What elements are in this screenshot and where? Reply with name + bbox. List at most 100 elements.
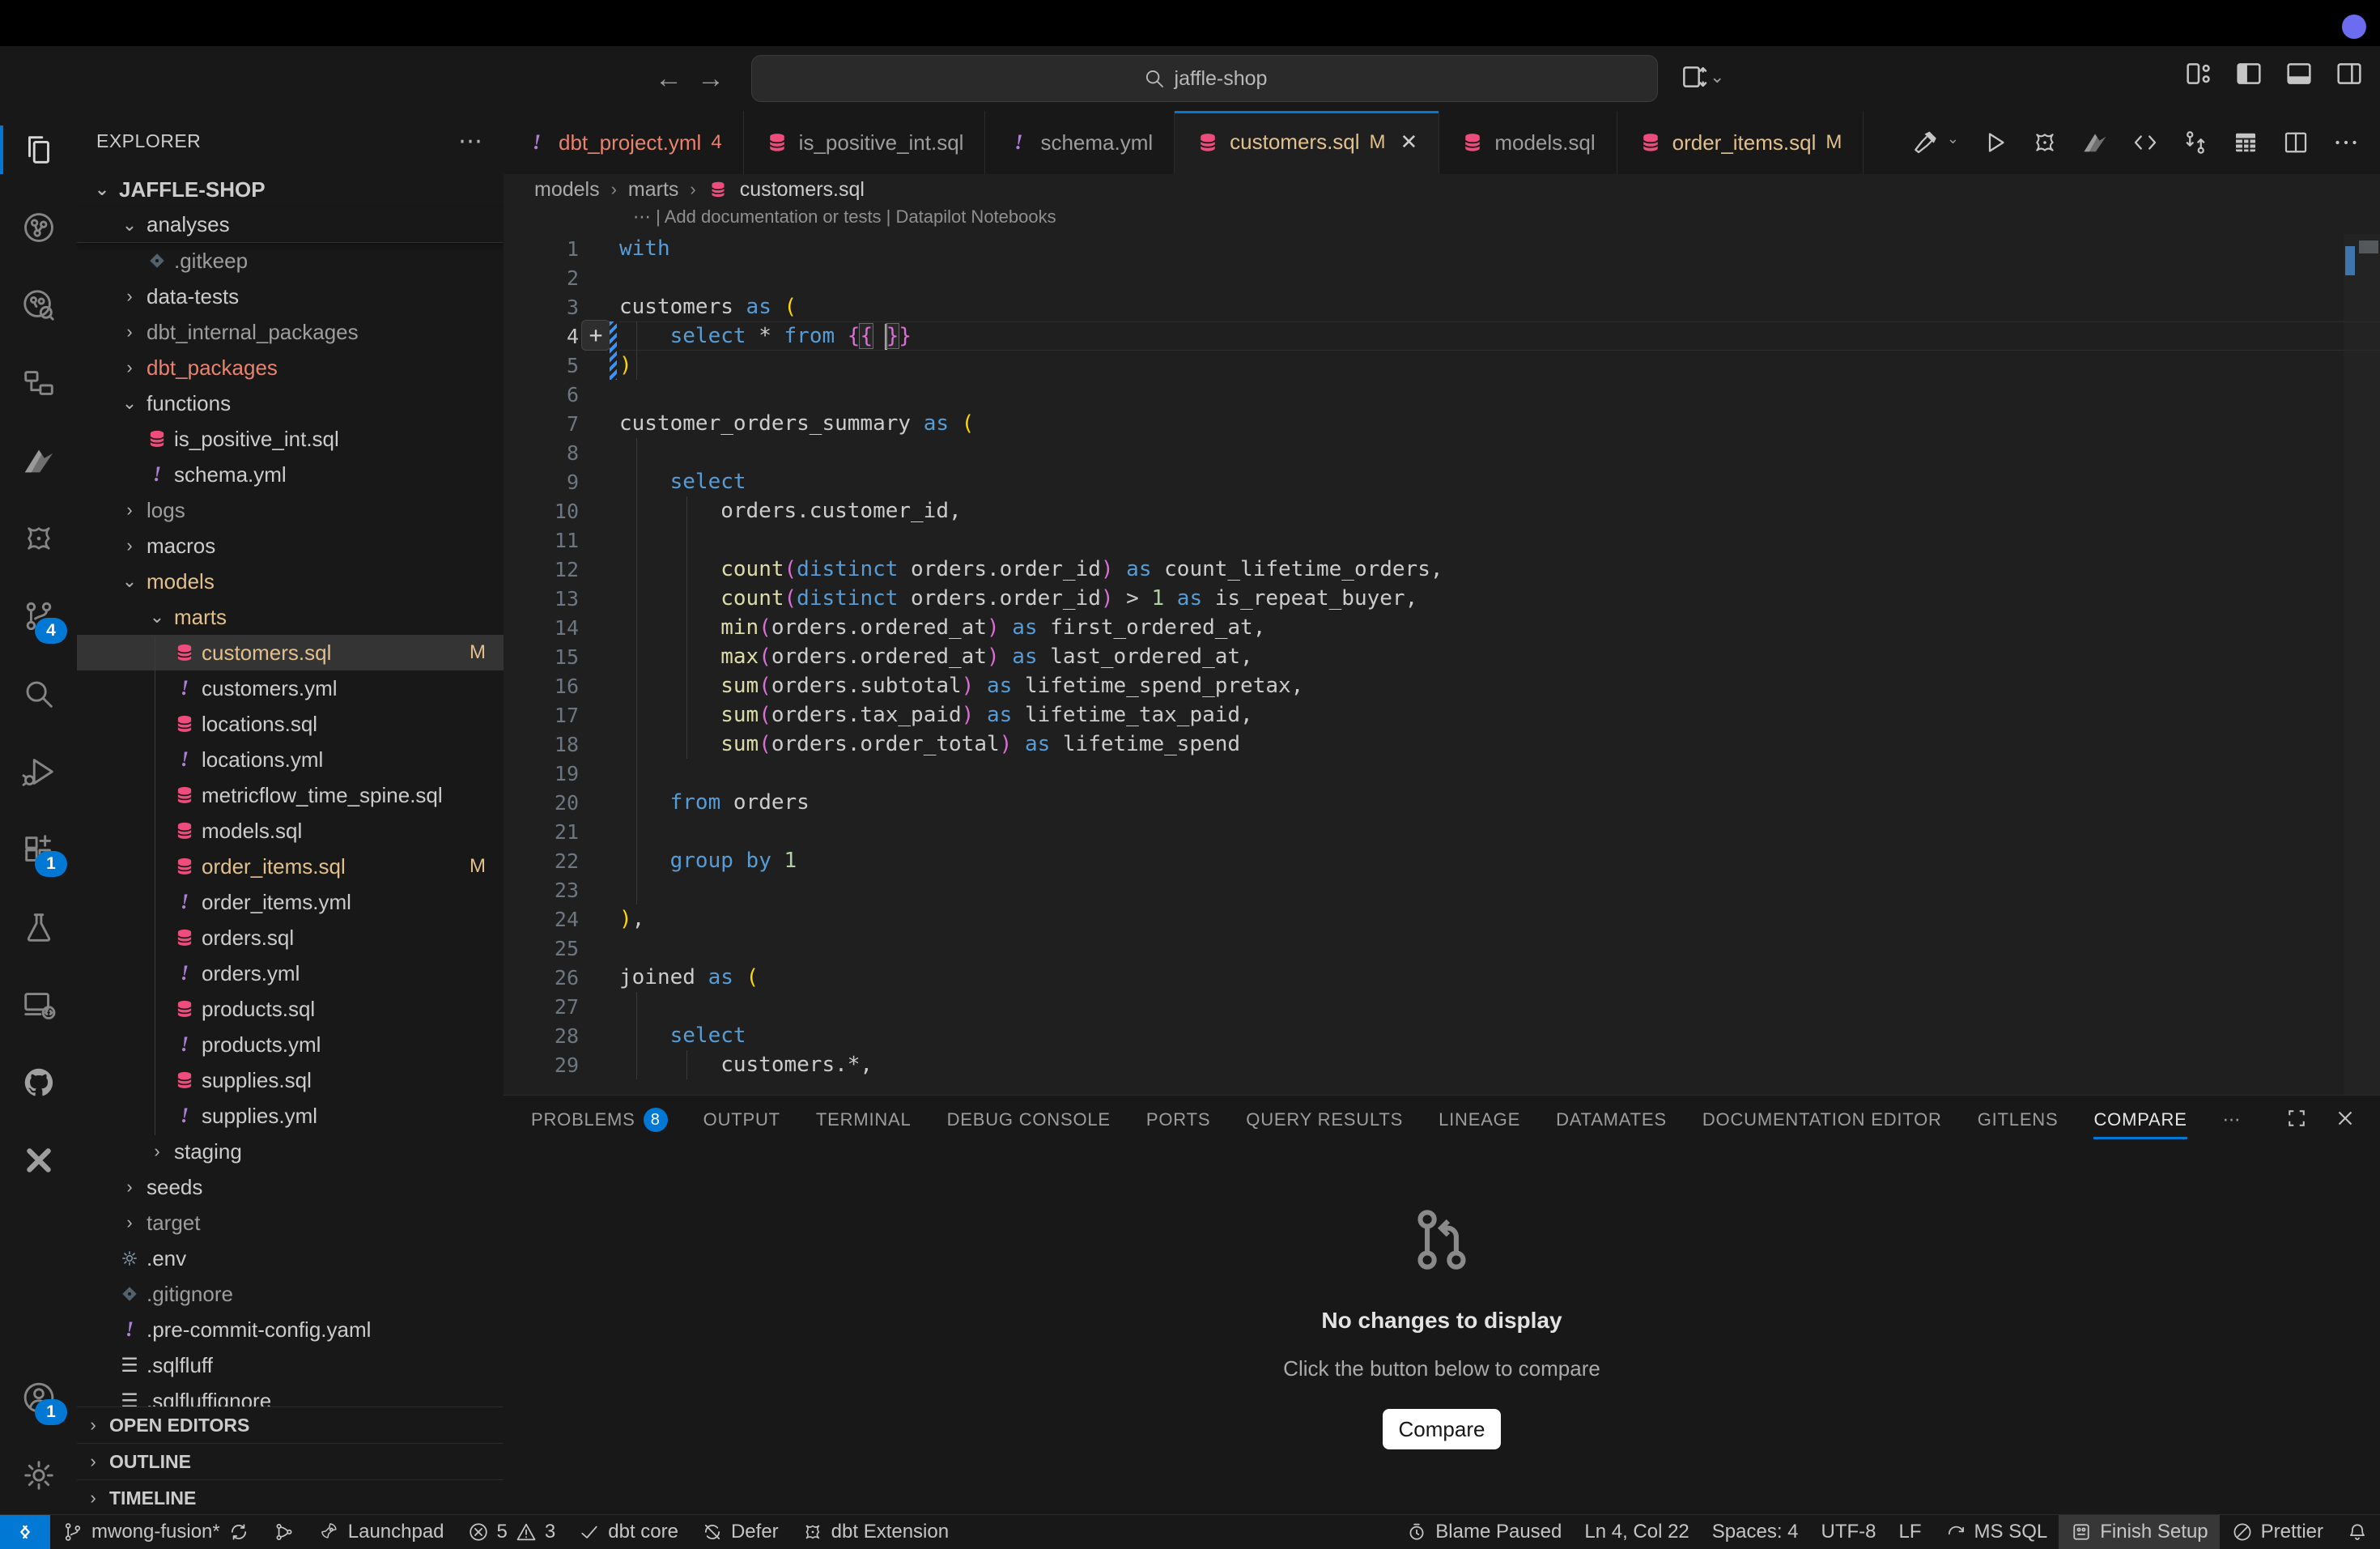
indentation[interactable]: Spaces: 4 xyxy=(1701,1515,1810,1549)
tab-models-sql[interactable]: models.sql xyxy=(1439,111,1617,174)
remote-indicator[interactable] xyxy=(0,1515,50,1549)
query-history-icon[interactable] xyxy=(0,266,77,344)
tree-item--sqlfluff[interactable]: ☰.sqlfluff xyxy=(77,1347,504,1383)
tree-item-customers-yml[interactable]: !customers.yml xyxy=(77,670,504,706)
more-actions-icon[interactable] xyxy=(2331,128,2361,157)
code-line-12[interactable]: 12 count(distinct orders.order_id) as co… xyxy=(504,555,2380,584)
tree-item--env[interactable]: .env xyxy=(77,1240,504,1276)
code-line-11[interactable]: 11 xyxy=(504,526,2380,555)
tree-item-order-items-yml[interactable]: !order_items.yml xyxy=(77,884,504,920)
dbt-power-user-icon[interactable] xyxy=(0,500,77,577)
close-icon[interactable]: ✕ xyxy=(1400,130,1418,155)
tree-item-analyses[interactable]: ⌄analyses xyxy=(77,207,504,243)
panel-tab-query-results[interactable]: QUERY RESULTS xyxy=(1246,1096,1403,1144)
tree-item-seeds[interactable]: ›seeds xyxy=(77,1169,504,1205)
panel-tab-datamates[interactable]: DATAMATES xyxy=(1556,1096,1667,1144)
code-line-14[interactable]: 14 min(orders.ordered_at) as first_order… xyxy=(504,613,2380,642)
tree-item-target[interactable]: ›target xyxy=(77,1205,504,1240)
toggle-secondary-sidebar-icon[interactable] xyxy=(2333,57,2365,90)
tree-item-supplies-yml[interactable]: !supplies.yml xyxy=(77,1098,504,1134)
tree-item-is-positive-int-sql[interactable]: is_positive_int.sql xyxy=(77,421,504,457)
compare-button[interactable]: Compare xyxy=(1383,1409,1501,1449)
breadcrumb[interactable]: models›marts›customers.sql xyxy=(504,174,2380,205)
tree-item-locations-sql[interactable]: locations.sql xyxy=(77,706,504,742)
add-line-action-button[interactable]: + xyxy=(581,320,610,351)
code-line-13[interactable]: 13 count(distinct orders.order_id) > 1 a… xyxy=(504,584,2380,613)
tree-item-orders-yml[interactable]: !orders.yml xyxy=(77,955,504,991)
dbt-x-icon[interactable] xyxy=(0,1121,77,1199)
tree-item-functions[interactable]: ⌄functions xyxy=(77,385,504,421)
code-line-29[interactable]: 29 customers.*, xyxy=(504,1050,2380,1079)
code-line-7[interactable]: 7customer_orders_summary as ( xyxy=(504,409,2380,438)
customize-layout-icon[interactable] xyxy=(2182,57,2215,90)
code-line-24[interactable]: 24), xyxy=(504,904,2380,934)
tree-item-orders-sql[interactable]: orders.sql xyxy=(77,920,504,955)
panel-tab--[interactable]: ⋯ xyxy=(2223,1096,2242,1144)
section-outline[interactable]: ›OUTLINE xyxy=(77,1443,504,1479)
tab-is-positive-int-sql[interactable]: is_positive_int.sql xyxy=(744,111,986,174)
encoding[interactable]: UTF-8 xyxy=(1810,1515,1888,1549)
scrollbar-thumb[interactable] xyxy=(2359,240,2378,253)
tree-item-dbt-internal-packages[interactable]: ›dbt_internal_packages xyxy=(77,314,504,350)
panel-tab-debug-console[interactable]: DEBUG CONSOLE xyxy=(947,1096,1111,1144)
tab-schema-yml[interactable]: !schema.yml xyxy=(985,111,1175,174)
explorer-more-actions-icon[interactable]: ⋯ xyxy=(458,127,484,155)
extensions-icon[interactable]: 1 xyxy=(0,811,77,888)
code-line-15[interactable]: 15 max(orders.ordered_at) as last_ordere… xyxy=(504,642,2380,671)
code-line-4[interactable]: 4 select * from {{ }} xyxy=(504,321,2380,351)
code-line-17[interactable]: 17 sum(orders.tax_paid) as lifetime_tax_… xyxy=(504,700,2380,730)
tree-item-staging[interactable]: ›staging xyxy=(77,1134,504,1169)
compare-changes-icon[interactable] xyxy=(2181,128,2210,157)
tree-item-metricflow-time-spine-sql[interactable]: metricflow_time_spine.sql xyxy=(77,777,504,813)
close-panel-icon[interactable] xyxy=(2333,1106,2357,1134)
section-open-editors[interactable]: ›OPEN EDITORS xyxy=(77,1406,504,1443)
git-graph-circle-icon[interactable] xyxy=(0,189,77,266)
panel-tab-lineage[interactable]: LINEAGE xyxy=(1439,1096,1520,1144)
prettier-item[interactable]: Prettier xyxy=(2220,1515,2335,1549)
run-file-icon[interactable] xyxy=(1980,128,2009,157)
codelens-actions[interactable]: ⋯ | Add documentation or tests | Datapil… xyxy=(633,206,1056,228)
language-mode[interactable]: MS SQL xyxy=(1933,1515,2059,1549)
panel-tab-documentation-editor[interactable]: DOCUMENTATION EDITOR xyxy=(1702,1096,1942,1144)
finish-setup[interactable]: Finish Setup xyxy=(2059,1515,2219,1549)
breadcrumb-file[interactable]: customers.sql xyxy=(740,178,865,202)
dbt-icon[interactable] xyxy=(0,422,77,500)
code-line-23[interactable]: 23 xyxy=(504,875,2380,904)
remote-explorer-icon[interactable] xyxy=(0,966,77,1044)
code-line-18[interactable]: 18 sum(orders.order_total) as lifetime_s… xyxy=(504,730,2380,759)
tree-item--pre-commit-config-yaml[interactable]: !.pre-commit-config.yaml xyxy=(77,1312,504,1347)
settings-gear-icon[interactable] xyxy=(0,1436,77,1514)
testing-beaker-icon[interactable] xyxy=(0,888,77,966)
code-line-2[interactable]: 2 xyxy=(504,263,2380,292)
tree-item-products-yml[interactable]: !products.yml xyxy=(77,1027,504,1062)
tree-item-schema-yml[interactable]: !schema.yml xyxy=(77,457,504,492)
tab-customers-sql[interactable]: customers.sqlM✕ xyxy=(1175,111,1439,174)
query-results-table-icon[interactable] xyxy=(2231,128,2260,157)
code-line-10[interactable]: 10 orders.customer_id, xyxy=(504,496,2380,526)
project-switcher-icon[interactable]: ⌄ xyxy=(1677,61,1724,93)
git-branch-item[interactable]: mwong-fusion* xyxy=(50,1515,261,1549)
tree-item-models-sql[interactable]: models.sql xyxy=(77,813,504,849)
account-icon[interactable]: 1 xyxy=(0,1359,77,1436)
tree-item-models[interactable]: ⌄models xyxy=(77,564,504,599)
git-graph-item[interactable] xyxy=(261,1515,307,1549)
tree-item-data-tests[interactable]: ›data-tests xyxy=(77,279,504,314)
tree-item--sqlfluffignore[interactable]: ☰.sqlfluffignore xyxy=(77,1383,504,1406)
command-center-search[interactable]: jaffle-shop xyxy=(751,55,1658,102)
tree-item-order-items-sql[interactable]: order_items.sqlM xyxy=(77,849,504,884)
code-line-21[interactable]: 21 xyxy=(504,817,2380,846)
tree-item-locations-yml[interactable]: !locations.yml xyxy=(77,742,504,777)
panel-tab-output[interactable]: OUTPUT xyxy=(703,1096,780,1144)
tree-item-customers-sql[interactable]: customers.sqlM xyxy=(77,635,504,670)
flowchart-icon[interactable] xyxy=(0,344,77,422)
nav-back-icon[interactable]: ← xyxy=(648,63,690,95)
defer-item[interactable]: Defer xyxy=(690,1515,790,1549)
tab-order-items-sql[interactable]: order_items.sqlM xyxy=(1617,111,1864,174)
dbt-extension-item[interactable]: dbt Extension xyxy=(790,1515,960,1549)
eol[interactable]: LF xyxy=(1888,1515,1933,1549)
maximize-panel-icon[interactable] xyxy=(2284,1106,2309,1134)
github-icon[interactable] xyxy=(0,1044,77,1121)
panel-tab-ports[interactable]: PORTS xyxy=(1146,1096,1210,1144)
tree-item-products-sql[interactable]: products.sql xyxy=(77,991,504,1027)
code-area[interactable]: 1with23customers as (4 select * from {{ … xyxy=(504,234,2380,1095)
